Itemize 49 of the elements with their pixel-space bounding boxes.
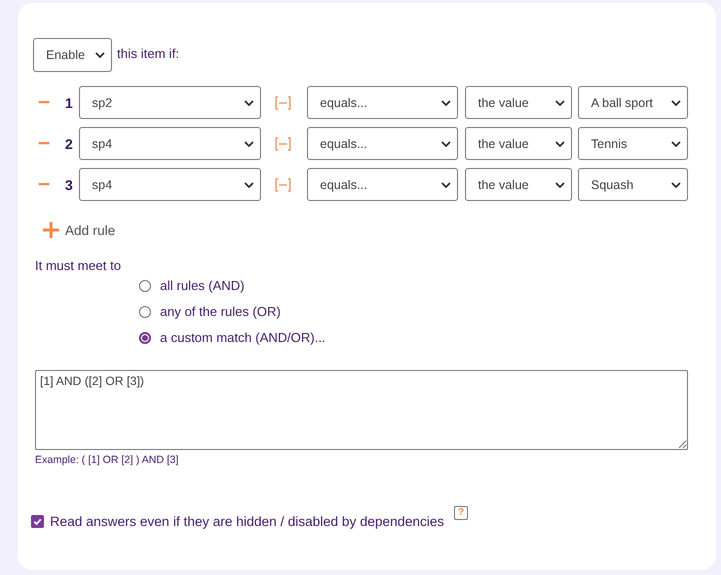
remove-icon[interactable] [37, 142, 51, 145]
radio-button[interactable] [139, 280, 151, 292]
chevron-down-icon [671, 100, 681, 106]
operator-select[interactable]: equals... [307, 127, 458, 160]
operator-select[interactable]: equals... [307, 86, 458, 119]
remove-icon[interactable] [37, 101, 51, 104]
chevron-down-icon [441, 100, 451, 106]
action-select[interactable]: Enable [33, 38, 112, 72]
expression-field[interactable]: [1] AND ([2] OR [3]) [35, 370, 688, 450]
radio-button[interactable] [139, 306, 151, 318]
match-label: It must meet to [35, 258, 122, 273]
field-select[interactable]: sp4 [79, 127, 261, 160]
value-select[interactable]: Tennis [578, 127, 688, 160]
text-type-icon [275, 136, 291, 150]
intro-text: this item if: [117, 46, 180, 60]
chevron-down-icon [555, 140, 565, 146]
radio-button[interactable] [139, 332, 151, 344]
compare-select[interactable]: the value [465, 168, 572, 201]
chevron-down-icon [244, 100, 254, 106]
chevron-down-icon [244, 182, 254, 188]
chevron-down-icon [555, 182, 565, 188]
chevron-down-icon [95, 52, 105, 58]
match-option[interactable]: any of the rules (OR) [139, 304, 716, 319]
rule-number: 2 [65, 136, 74, 152]
text-type-icon [275, 178, 291, 192]
match-option[interactable]: a custom match (AND/OR)... [139, 330, 716, 345]
value-select[interactable]: A ball sport [578, 86, 688, 119]
compare-select[interactable]: the value [465, 86, 572, 119]
chevron-down-icon [555, 100, 565, 106]
add-rule-button[interactable]: Add rule [43, 222, 116, 238]
field-select[interactable]: sp4 [79, 168, 261, 201]
chevron-down-icon [441, 182, 451, 188]
compare-select[interactable]: the value [465, 127, 572, 160]
example-hint: Example: ( [1] OR [2] ) AND [3] [35, 454, 180, 466]
match-option[interactable]: all rules (AND) [139, 278, 716, 293]
field-select[interactable]: sp2 [79, 86, 261, 119]
value-select[interactable]: Squash [578, 168, 688, 201]
plus-icon [43, 222, 59, 238]
checkbox[interactable] [31, 515, 44, 528]
chevron-down-icon [671, 182, 681, 188]
chevron-down-icon [244, 140, 254, 146]
read-hidden-option[interactable]: Read answers even if they are hidden / disabled by dependencies [31, 514, 444, 529]
text-type-icon [275, 96, 291, 110]
rule-number: 3 [65, 176, 74, 192]
chevron-down-icon [671, 140, 681, 146]
chevron-down-icon [441, 140, 451, 146]
rule-number: 1 [65, 94, 74, 110]
operator-select[interactable]: equals... [307, 168, 458, 201]
remove-icon[interactable] [37, 183, 51, 186]
